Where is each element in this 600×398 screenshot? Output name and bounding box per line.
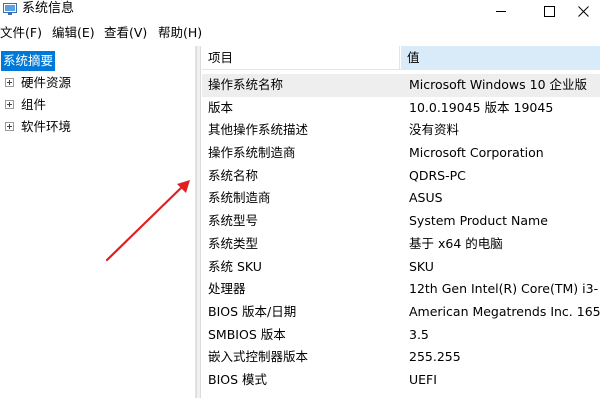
row-value-cell: Microsoft Corporation (409, 145, 544, 161)
row-item-cell: 其他操作系统描述 (208, 122, 309, 138)
details-list: 项目 值 操作系统名称 Microsoft Windows 10 企业版版本 10.… (202, 46, 600, 398)
row-item-cell: 处理器 (208, 281, 246, 297)
row-value-cell: UEFI (409, 371, 437, 387)
row-value-cell: American Megatrends Inc. 165 (409, 303, 600, 319)
row-value-cell: SKU (409, 258, 434, 274)
tree-item-system-summary[interactable]: 系统摘要 (0, 51, 100, 71)
row-value-cell: 255.255 (409, 349, 461, 365)
table-body: 操作系统名称 Microsoft Windows 10 企业版版本 10.0.190… (202, 74, 600, 392)
table-row[interactable]: 系统制造商 ASUS (202, 187, 600, 210)
tree-item-label: 组件 (21, 97, 47, 112)
row-value-cell: QDRS-PC (409, 167, 466, 183)
minimize-icon (495, 10, 506, 12)
row-item-cell: BIOS 模式 (208, 371, 268, 387)
row-item-cell: 系统型号 (208, 213, 259, 229)
pane-splitter[interactable] (196, 46, 201, 398)
minimize-button[interactable] (478, 0, 524, 22)
table-row[interactable]: 系统型号 System Product Name (202, 210, 600, 233)
row-item-cell: 操作系统制造商 (208, 145, 296, 161)
table-row[interactable]: BIOS 版本/日期 American Megatrends Inc. 165 (202, 301, 600, 324)
row-item-cell: 系统制造商 (208, 190, 271, 206)
table-row[interactable]: SMBIOS 版本 3.5 (202, 324, 600, 347)
row-item-cell: 系统类型 (208, 235, 259, 251)
row-value-cell: ASUS (409, 190, 443, 206)
row-item-cell: SMBIOS 版本 (208, 326, 286, 342)
row-item-cell: BIOS 版本/日期 (208, 303, 297, 319)
row-item-cell: 操作系统名称 (208, 77, 284, 92)
row-value-cell: 12th Gen Intel(R) Core(TM) i3- (409, 281, 599, 297)
row-item-cell: 系统名称 (208, 167, 259, 183)
table-row[interactable]: 操作系统名称 Microsoft Windows 10 企业版 (202, 74, 600, 97)
menu-view[interactable]: 查看(V) (104, 25, 147, 41)
row-item-cell: 嵌入式控制器版本 (208, 349, 309, 365)
tree-item-label: 系统摘要 (1, 51, 56, 71)
column-header: 项目 值 (202, 46, 600, 70)
row-value-cell: System Product Name (409, 213, 548, 229)
row-value-cell: 3.5 (409, 326, 429, 342)
table-row[interactable]: 版本 10.0.19045 版本 19045 (202, 97, 600, 120)
menu-edit[interactable]: 编辑(E) (52, 25, 95, 41)
column-header-item[interactable]: 项目 (202, 46, 400, 70)
maximize-icon (543, 5, 555, 17)
row-item-cell: 版本 (208, 99, 234, 115)
table-row[interactable]: 操作系统制造商 Microsoft Corporation (202, 142, 600, 165)
expand-icon[interactable] (5, 122, 14, 131)
row-value-cell: 10.0.19045 版本 19045 (409, 99, 554, 115)
row-value-cell: 没有资料 (409, 122, 460, 138)
close-button[interactable] (566, 0, 600, 22)
system-info-icon (3, 3, 17, 15)
tree-item-software-environment[interactable]: 软件环境 (0, 117, 190, 137)
tree-item-label: 硬件资源 (21, 75, 72, 90)
title-bar: 系统信息 (0, 0, 600, 22)
table-row[interactable]: 处理器 12th Gen Intel(R) Core(TM) i3- (202, 278, 600, 301)
tree-item-hardware-resources[interactable]: 硬件资源 (0, 73, 190, 93)
table-row[interactable]: 嵌入式控制器版本 255.255 (202, 346, 600, 369)
table-row[interactable]: 系统类型 基于 x64 的电脑 (202, 233, 600, 256)
row-value-cell: Microsoft Windows 10 企业版 (409, 77, 588, 92)
menu-help[interactable]: 帮助(H) (158, 25, 202, 41)
window-title: 系统信息 (22, 1, 75, 16)
row-item-cell: 系统 SKU (208, 258, 262, 274)
tree-item-components[interactable]: 组件 (0, 95, 190, 115)
tree-item-label: 软件环境 (21, 119, 72, 134)
category-tree: 系统摘要 硬件资源 组件 软件环境 (0, 46, 196, 398)
menu-file[interactable]: 文件(F) (0, 25, 42, 41)
table-row[interactable]: 系统 SKU SKU (202, 256, 600, 279)
table-row[interactable]: 系统名称 QDRS-PC (202, 165, 600, 188)
expand-icon[interactable] (5, 78, 14, 87)
row-value-cell: 基于 x64 的电脑 (409, 235, 503, 251)
table-row[interactable]: BIOS 模式 UEFI (202, 369, 600, 392)
menu-bar: 文件(F) 编辑(E) 查看(V) 帮助(H) (0, 22, 600, 44)
close-icon (577, 5, 589, 17)
column-header-value[interactable]: 值 (401, 46, 600, 70)
table-row[interactable]: 其他操作系统描述 没有资料 (202, 119, 600, 142)
expand-icon[interactable] (5, 100, 14, 109)
